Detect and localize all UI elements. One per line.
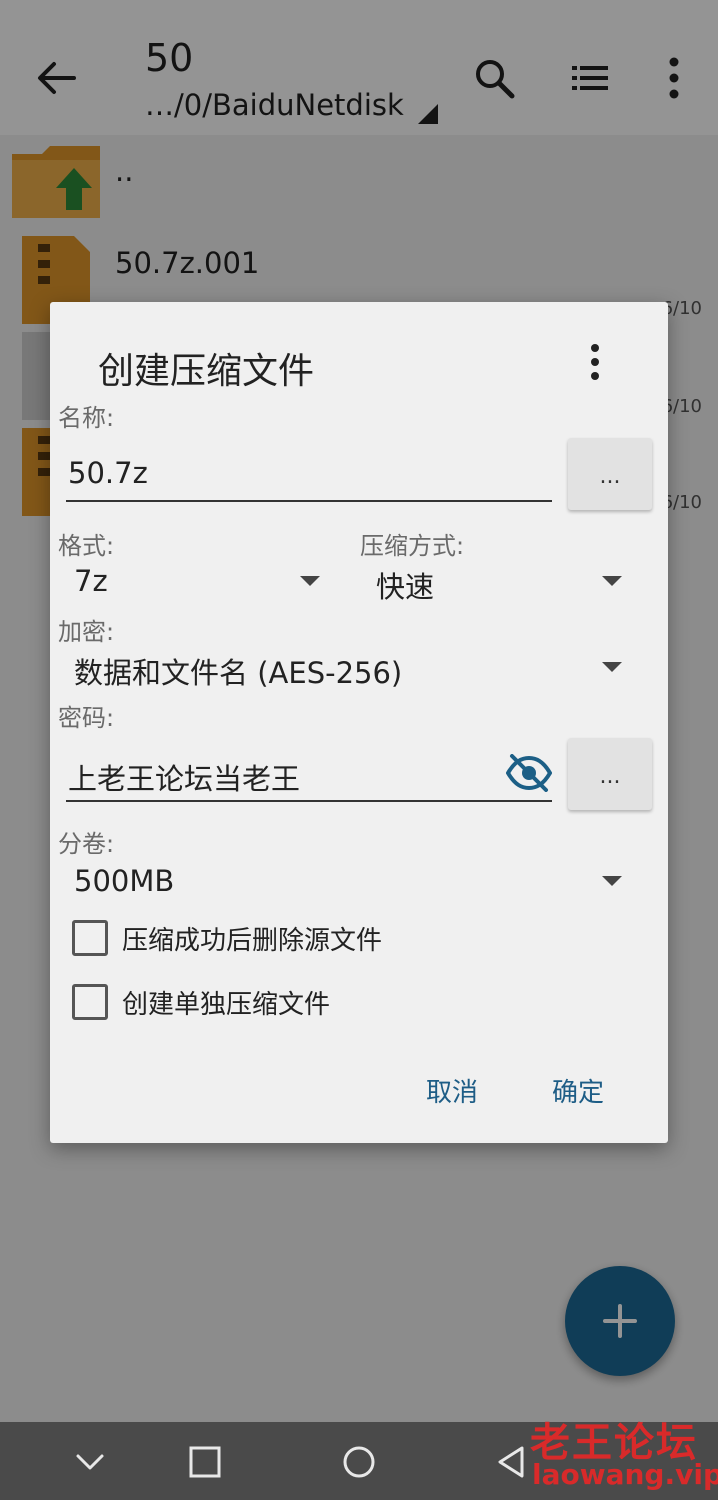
encrypt-dropdown-icon[interactable]	[602, 662, 622, 672]
cancel-button[interactable]: 取消	[426, 1072, 478, 1109]
split-dropdown-icon[interactable]	[602, 876, 622, 886]
password-input-underline	[66, 800, 552, 802]
method-dropdown-icon[interactable]	[602, 576, 622, 586]
watermark-url: laowang.vip	[532, 1458, 718, 1491]
name-label: 名称:	[58, 404, 115, 432]
back-nav-icon[interactable]	[494, 1444, 530, 1480]
password-input[interactable]: 上老王论坛当老王	[68, 756, 300, 798]
hide-keyboard-icon[interactable]	[72, 1444, 108, 1480]
method-select[interactable]: 快速	[376, 564, 434, 606]
split-select[interactable]: 500MB	[74, 864, 174, 898]
encrypt-select[interactable]: 数据和文件名 (AES-256)	[74, 650, 402, 692]
encrypt-label: 加密:	[58, 618, 115, 646]
name-input[interactable]: 50.7z	[68, 456, 148, 490]
visibility-off-icon[interactable]	[506, 754, 552, 792]
delete-source-label[interactable]: 压缩成功后删除源文件	[122, 920, 382, 957]
separate-archives-checkbox[interactable]	[72, 984, 108, 1020]
password-label: 密码:	[58, 704, 115, 732]
home-icon[interactable]	[341, 1444, 377, 1480]
more-vert-icon[interactable]	[580, 342, 610, 382]
create-archive-dialog: 创建压缩文件 名称: 50.7z ... 格式: 压缩方式: 7z 快速 加密:…	[50, 302, 668, 1143]
password-options-button[interactable]: ...	[568, 738, 652, 810]
name-input-underline	[66, 500, 552, 502]
format-dropdown-icon[interactable]	[300, 576, 320, 586]
separate-archives-label[interactable]: 创建单独压缩文件	[122, 984, 330, 1021]
recents-icon[interactable]	[187, 1444, 223, 1480]
ok-button[interactable]: 确定	[552, 1072, 604, 1109]
split-label: 分卷:	[58, 830, 115, 858]
format-label: 格式:	[58, 532, 115, 560]
format-select[interactable]: 7z	[74, 564, 108, 598]
method-label: 压缩方式:	[360, 532, 465, 560]
dialog-title: 创建压缩文件	[98, 351, 315, 392]
delete-source-checkbox[interactable]	[72, 920, 108, 956]
browse-name-button[interactable]: ...	[568, 438, 652, 510]
